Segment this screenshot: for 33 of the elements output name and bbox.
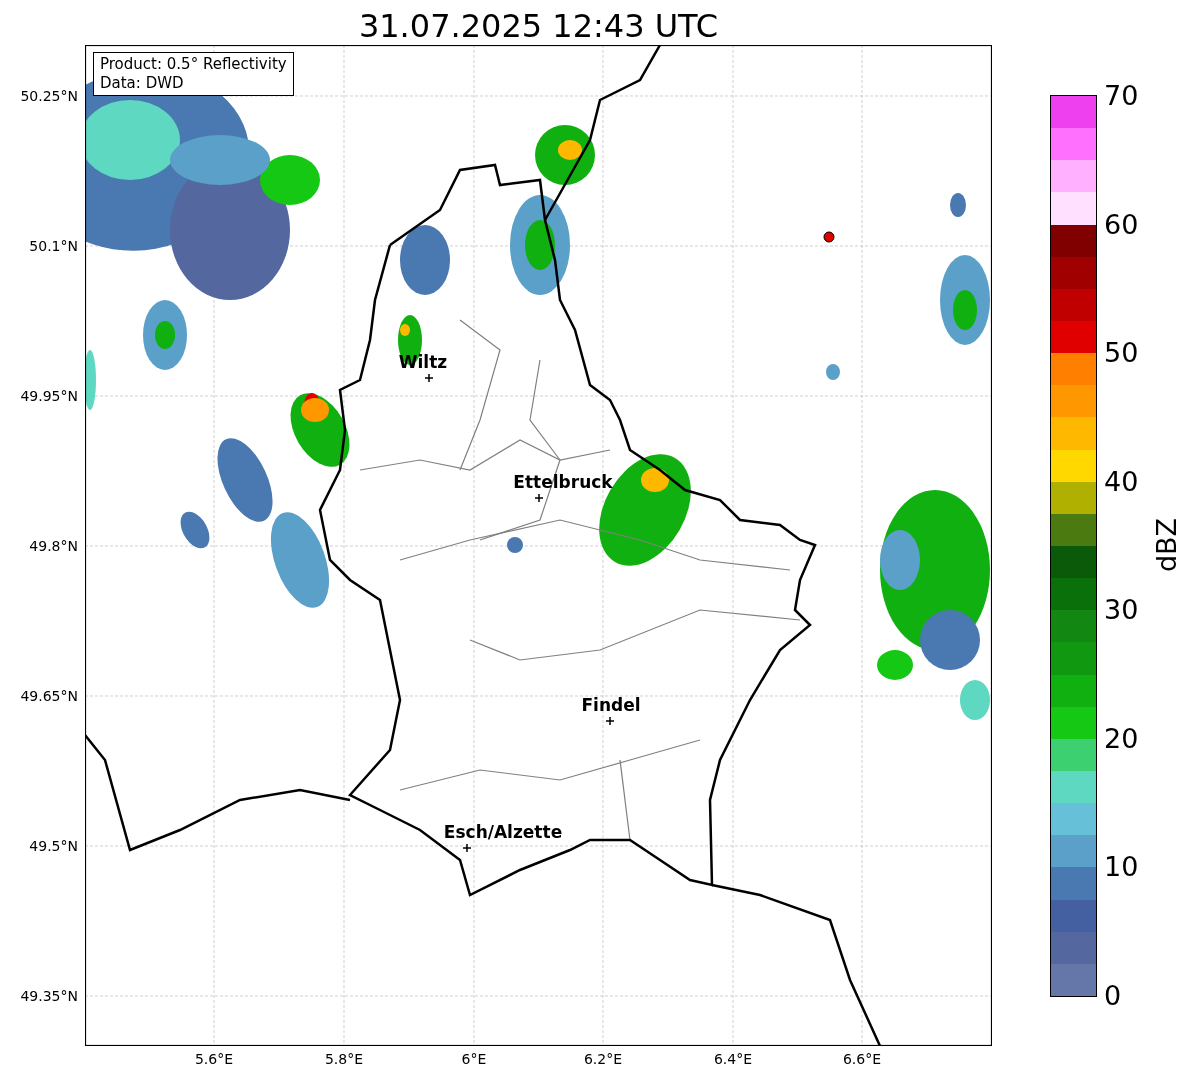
tick-label: 6°E [461,1051,487,1067]
colorbar-tick-label: 30 [1104,595,1139,626]
tick-label: 49.65°N [20,688,78,704]
city-marker-icon [606,717,614,725]
colorbar-tick-label: 10 [1104,852,1139,883]
tick-label: 5.8°E [324,1051,364,1067]
tick-label: 49.8°N [29,538,78,554]
tick-label: 5.6°E [194,1051,234,1067]
tick-label: 6.2°E [583,1051,623,1067]
chart-title: 31.07.2025 12:43 UTC [357,6,720,46]
city-label: Wiltz [398,352,448,372]
tick-label: 50.1°N [29,238,78,254]
city-label: Esch/Alzette [443,822,563,842]
colorbar-tick-label: 40 [1104,466,1139,497]
colorbar-tick-label: 70 [1104,81,1139,111]
tick-label: 49.5°N [29,838,78,854]
info-text: Data: DWD [100,74,185,93]
city-label: Findel [581,695,641,715]
tick-label: 6.4°E [713,1051,753,1067]
city-marker-icon [463,844,471,852]
city-marker-icon [425,374,433,382]
colorbar-axis-label: dBZ [1152,517,1183,573]
colorbar-tick-label: 60 [1104,209,1139,240]
tick-label: 49.95°N [20,388,78,404]
colorbar-tick-label: 20 [1104,723,1139,754]
city-label: Ettelbruck [513,472,613,492]
city-marker-icon [535,494,543,502]
colorbar-tick-label: 50 [1104,338,1139,369]
tick-label: 6.6°E [842,1051,882,1067]
info-text: Product: 0.5° Reflectivity [100,55,287,74]
colorbar-tick-label: 0 [1104,981,1122,1011]
tick-label: 49.35°N [20,988,78,1004]
tick-label: 50.25°N [20,88,78,104]
